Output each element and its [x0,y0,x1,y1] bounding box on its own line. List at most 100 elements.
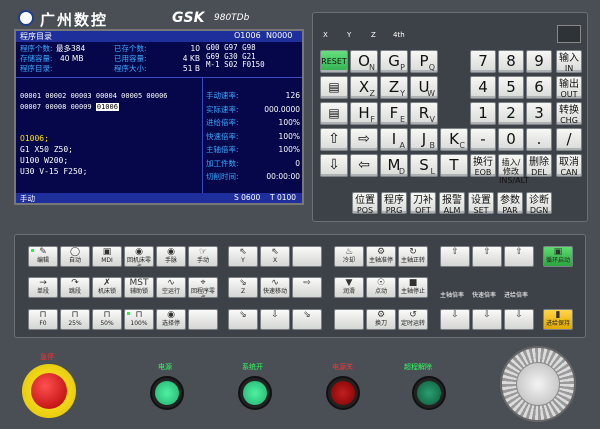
page-pos-key[interactable]: 位置 POS [352,192,378,215]
override-up-1[interactable]: ⇧ [440,246,470,267]
key-row2-2[interactable]: UW [410,76,438,99]
num-1[interactable]: 1 [470,102,496,125]
blank-button-1[interactable] [188,309,218,330]
key-row3-1[interactable]: FE [380,102,408,125]
mode-edit-button[interactable]: ✎ 编辑 [28,246,58,267]
key-row4-1[interactable]: JB [410,128,438,151]
program-row-2[interactable]: 00007 00008 00009 [20,103,92,111]
input-key[interactable]: 输入 IN [556,50,582,73]
machine-zero-button[interactable]: ◉回机床零点 [124,246,154,267]
rapid-25-button[interactable]: ⊓ 25% [60,309,90,330]
page-set-key[interactable]: 设置 SET [468,192,494,215]
key-row5-0[interactable]: MD [380,154,408,177]
page-prg-key[interactable]: 程序 PRG [381,192,407,215]
key-row3-2[interactable]: RV [410,102,438,125]
num-dot[interactable]: . [526,128,552,151]
page-oft-key[interactable]: 刀补 OFT [410,192,436,215]
rapid-100-button[interactable]: ⊓ 100% [124,309,154,330]
num-minus[interactable]: - [470,128,496,151]
estop-button[interactable] [22,364,76,418]
spindle-stop-button[interactable]: ■ 主轴停止 [398,277,428,298]
num-8[interactable]: 8 [498,50,524,73]
override-up-2[interactable]: ⇧ [472,246,502,267]
key-list-icon[interactable]: ▤ [320,76,348,99]
slash-key[interactable]: / [556,128,582,151]
spindle-orient-button[interactable]: ⚙ 主轴准停 [366,246,396,267]
page-alm-key[interactable]: 报警 ALM [439,192,465,215]
num-7[interactable]: 7 [470,50,496,73]
key-row4-2[interactable]: KC [440,128,468,151]
num-9[interactable]: 9 [526,50,552,73]
jog-y-button[interactable]: ⇖ Y [228,246,258,267]
page-dgn-key[interactable]: 诊断 DGN [526,192,552,215]
rapid-traverse-button[interactable]: ∿ 快速移动 [260,277,290,298]
cycle-start-button[interactable]: ▣ 循环启动 [543,246,573,267]
arrow-right-key[interactable]: ⇨ [350,128,378,151]
jog-4th-button[interactable]: ⇘ [228,309,258,330]
num-3[interactable]: 3 [526,102,552,125]
rapid-f0-button[interactable]: ⊓ F0 [28,309,58,330]
key-row5-2[interactable]: T [440,154,468,177]
num-0[interactable]: 0 [498,128,524,151]
optional-stop-button[interactable]: ◉ 选择停 [156,309,186,330]
mode-auto-button[interactable]: ◯ 自动 [60,246,90,267]
override-up-3[interactable]: ⇧ [504,246,534,267]
change-key[interactable]: 转换 CHG [556,102,582,125]
cancel-key[interactable]: 取消 CAN [556,154,582,177]
key-doc-icon[interactable]: ▤ [320,102,348,125]
key-row1-1[interactable]: GP [380,50,408,73]
eob-key[interactable]: 换行 EOB [470,154,496,177]
program-zero-button[interactable]: ⌖回程序零点 [188,277,218,298]
program-row-1[interactable]: 00001 00002 00003 00004 00005 00006 [20,91,168,102]
num-4[interactable]: 4 [470,76,496,99]
num-5[interactable]: 5 [498,76,524,99]
num-6[interactable]: 6 [526,76,552,99]
jog-z-plus-button[interactable]: ⇨ [292,277,322,298]
dry-run-button[interactable]: ∿ 空运行 [156,277,186,298]
override-down-3[interactable]: ⇩ [504,309,534,330]
override-down-2[interactable]: ⇩ [472,309,502,330]
jog-x-button[interactable]: ⇖ X [260,246,290,267]
feed-hold-button[interactable]: ▮ 进给保持 [543,309,573,330]
block-skip-button[interactable]: ↷ 跳段 [60,277,90,298]
key-row1-2[interactable]: PQ [410,50,438,73]
blank-button-2[interactable] [292,246,322,267]
system-on-button[interactable] [238,376,272,410]
jog-diag-button[interactable]: ⇘ [292,309,322,330]
lube-button[interactable]: ▼ 润滑 [334,277,364,298]
jog-button[interactable]: ☉ 点动 [366,277,396,298]
timed-run-button[interactable]: ↺ 定时运转 [398,309,428,330]
machine-lock-button[interactable]: ✗ 机床锁 [92,277,122,298]
mode-mdi-button[interactable]: ▣ MDI [92,246,122,267]
coolant-button[interactable]: ♨ 冷却 [334,246,364,267]
insert-alter-key[interactable]: 插入/修改 INS/ALT [498,154,529,185]
override-down-1[interactable]: ⇩ [440,309,470,330]
selected-program[interactable]: 01006 [95,103,119,111]
jog-x-plus-button[interactable]: ⇩ [260,309,290,330]
handwheel-button[interactable]: ◉ 手脉 [156,246,186,267]
arrow-down-key[interactable]: ⇩ [320,154,348,177]
power-on-button[interactable] [150,376,184,410]
key-row2-1[interactable]: ZY [380,76,408,99]
key-row2-0[interactable]: XZ [350,76,378,99]
num-2[interactable]: 2 [498,102,524,125]
delete-key[interactable]: 删除 DEL [526,154,552,177]
page-par-key[interactable]: 参数 PAR [497,192,523,215]
output-key[interactable]: 输出 OUT [556,76,582,99]
rapid-50-button[interactable]: ⊓ 50% [92,309,122,330]
tool-change-button[interactable]: ⚙ 换刀 [366,309,396,330]
handwheel-dial[interactable] [500,346,576,422]
key-row5-1[interactable]: SL [410,154,438,177]
arrow-left-key[interactable]: ⇦ [350,154,378,177]
key-row4-0[interactable]: IA [380,128,408,151]
spindle-cw-button[interactable]: ↻ 主轴正转 [398,246,428,267]
key-row1-0[interactable]: ON [350,50,378,73]
blank-button-3[interactable] [334,309,364,330]
key-row3-0[interactable]: HF [350,102,378,125]
arrow-up-key[interactable]: ⇧ [320,128,348,151]
jog-z-minus-button[interactable]: ⇘ Z [228,277,258,298]
reset-key[interactable]: RESET [320,50,348,73]
aux-lock-button[interactable]: MST 辅助锁 [124,277,154,298]
manual-button[interactable]: ☞ 手动 [188,246,218,267]
single-block-button[interactable]: → 单段 [28,277,58,298]
